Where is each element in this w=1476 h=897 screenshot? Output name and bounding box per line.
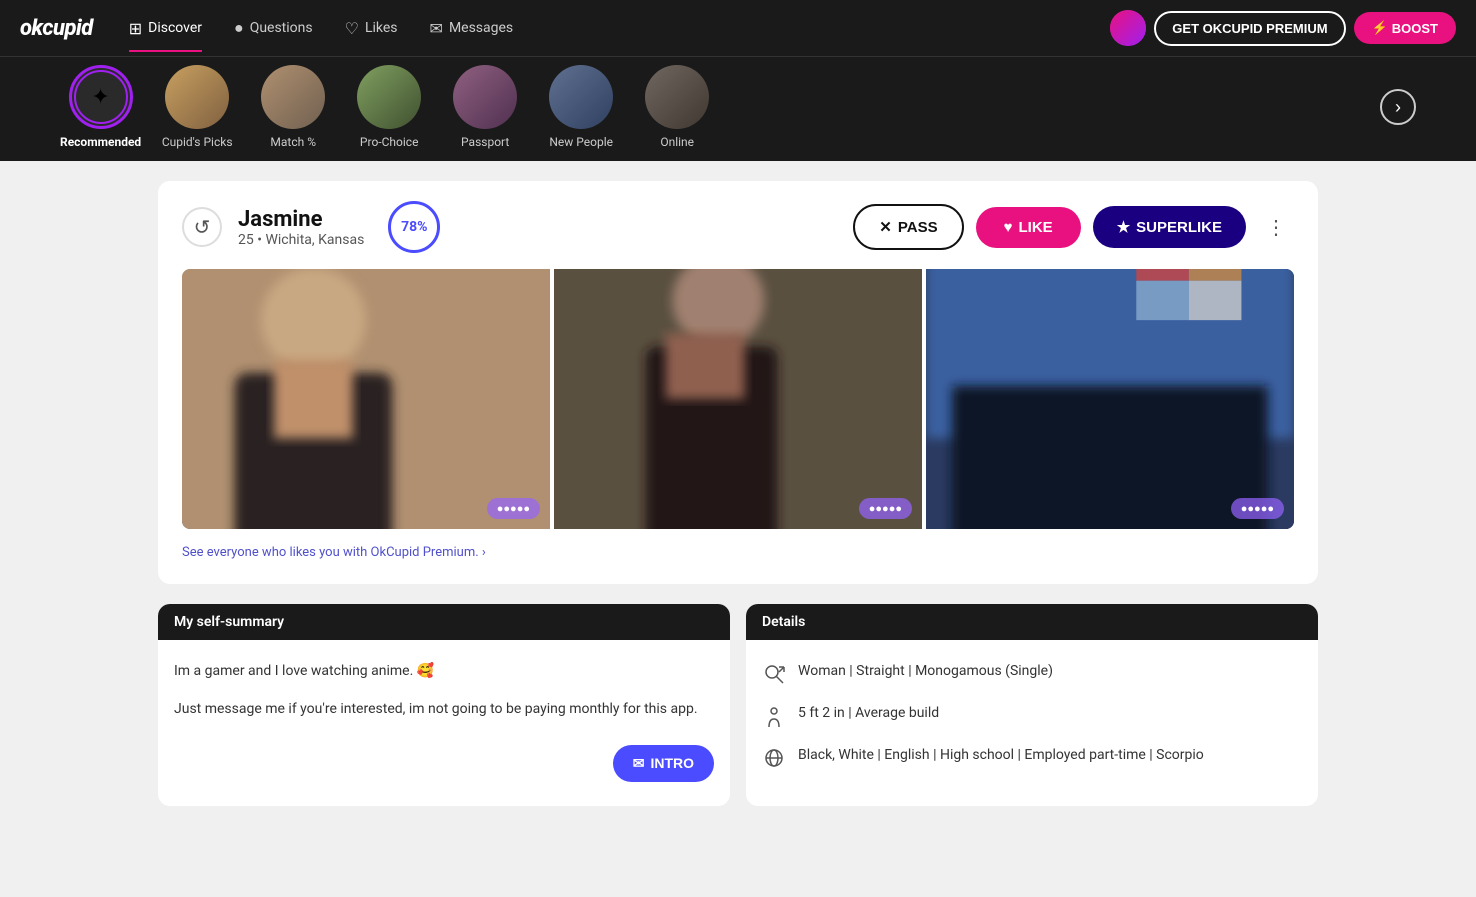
match-percentage: 78% (388, 201, 440, 253)
recommended-icon: ✦ (91, 85, 109, 110)
category-passport[interactable]: Passport (445, 65, 525, 149)
profile-card: ↺ Jasmine 25 • Wichita, Kansas 78% ✕ PAS… (158, 181, 1318, 584)
boost-button[interactable]: ⚡ BOOST (1354, 12, 1456, 44)
category-match-label: Match % (270, 135, 316, 149)
category-new-people-label: New People (549, 135, 613, 149)
nav-questions-label: Questions (250, 20, 313, 36)
category-online-label: Online (660, 135, 694, 149)
detail-row-gender: Woman | Straight | Monogamous (Single) (762, 660, 1302, 686)
profile-header: ↺ Jasmine 25 • Wichita, Kansas 78% ✕ PAS… (182, 201, 1294, 253)
photo-1-blur-tag: ●●●●● (487, 498, 540, 519)
height-icon (762, 704, 786, 728)
main-content: ↺ Jasmine 25 • Wichita, Kansas 78% ✕ PAS… (138, 161, 1338, 826)
intro-chat-icon: ✉ (633, 755, 645, 772)
nav-discover[interactable]: ⊞ Discover (117, 13, 214, 44)
user-avatar[interactable] (1110, 10, 1146, 46)
like-heart-icon: ♥ (1004, 219, 1013, 236)
superlike-label: SUPERLIKE (1136, 219, 1222, 236)
superlike-icon: ★ (1117, 218, 1130, 236)
category-cupids-picks-thumb (165, 65, 229, 129)
premium-link-text: See everyone who likes you with OkCupid … (182, 545, 486, 560)
nav-likes[interactable]: ♡ Likes (333, 13, 410, 44)
category-match[interactable]: Match % (253, 65, 333, 149)
photo-grid: ●●●●● ●●●●● (182, 269, 1294, 529)
pass-label: PASS (898, 219, 938, 236)
self-summary-header: My self-summary (158, 604, 730, 640)
intro-button[interactable]: ✉ INTRO (613, 745, 714, 782)
undo-button[interactable]: ↺ (182, 207, 222, 247)
profile-age-location: 25 • Wichita, Kansas (238, 232, 364, 248)
nav-likes-label: Likes (365, 20, 398, 36)
undo-icon: ↺ (194, 215, 211, 240)
category-new-people-thumb (549, 65, 613, 129)
category-next-button[interactable]: › (1380, 89, 1416, 125)
top-navigation: okcupid ⊞ Discover ● Questions ♡ Likes ✉… (0, 0, 1476, 56)
category-recommended-thumb: ✦ (69, 65, 133, 129)
photo-2[interactable]: ●●●●● (554, 269, 922, 529)
profile-name: Jasmine (238, 207, 364, 232)
pass-x-icon: ✕ (879, 218, 892, 236)
pass-button[interactable]: ✕ PASS (853, 204, 963, 250)
discover-icon: ⊞ (129, 19, 142, 38)
category-pro-choice-label: Pro-Choice (360, 135, 419, 149)
photo-1[interactable]: ●●●●● (182, 269, 550, 529)
like-label: LIKE (1019, 219, 1053, 236)
intro-label: INTRO (650, 755, 694, 771)
gender-icon (762, 662, 786, 686)
profile-age: 25 (238, 232, 254, 248)
messages-icon: ✉ (430, 19, 443, 38)
profile-identity: Jasmine 25 • Wichita, Kansas (238, 207, 364, 248)
category-online[interactable]: Online (637, 65, 717, 149)
category-pro-choice-thumb (357, 65, 421, 129)
action-buttons: ✕ PASS ♥ LIKE ★ SUPERLIKE ⋮ (853, 204, 1294, 250)
category-online-thumb (645, 65, 709, 129)
detail-row-background: Black, White | English | High school | E… (762, 744, 1302, 770)
detail-row-height: 5 ft 2 in | Average build (762, 702, 1302, 728)
nav-discover-label: Discover (148, 20, 202, 36)
summary-paragraph-1: Im a gamer and I love watching anime. 🥰 (174, 660, 714, 682)
nav-messages[interactable]: ✉ Messages (418, 13, 526, 44)
details-header: Details (746, 604, 1318, 640)
boost-label: BOOST (1392, 21, 1438, 36)
profile-location: Wichita, Kansas (265, 232, 364, 248)
self-summary-body: Im a gamer and I love watching anime. 🥰 … (158, 640, 730, 757)
category-cupids-picks[interactable]: Cupid's Picks (157, 65, 237, 149)
summary-paragraph-2: Just message me if you're interested, im… (174, 698, 714, 720)
gender-text: Woman | Straight | Monogamous (Single) (798, 660, 1053, 682)
height-text: 5 ft 2 in | Average build (798, 702, 939, 724)
category-passport-label: Passport (461, 135, 509, 149)
nav-messages-label: Messages (449, 20, 513, 36)
category-cupids-picks-label: Cupid's Picks (162, 135, 233, 149)
superlike-button[interactable]: ★ SUPERLIKE (1093, 206, 1246, 248)
premium-button[interactable]: GET OKCUPID PREMIUM (1154, 11, 1345, 46)
app-logo[interactable]: okcupid (20, 16, 93, 41)
nav-questions[interactable]: ● Questions (222, 12, 325, 44)
photo-2-blur-tag: ●●●●● (859, 498, 912, 519)
category-match-thumb (261, 65, 325, 129)
self-summary-card: My self-summary Im a gamer and I love wa… (158, 604, 730, 806)
details-body: Woman | Straight | Monogamous (Single) 5… (746, 640, 1318, 806)
category-passport-thumb (453, 65, 517, 129)
questions-icon: ● (234, 18, 244, 38)
details-card: Details Woman | Straight | Monogamous (S… (746, 604, 1318, 806)
photo-3[interactable]: ●●●●● (926, 269, 1294, 529)
like-button[interactable]: ♥ LIKE (976, 207, 1081, 248)
more-options-button[interactable]: ⋮ (1258, 207, 1294, 248)
globe-icon (762, 746, 786, 770)
premium-link[interactable]: See everyone who likes you with OkCupid … (182, 541, 1294, 564)
category-navigation: ✦ Recommended Cupid's Picks Match % Pro-… (0, 56, 1476, 161)
category-recommended-label: Recommended (60, 135, 141, 149)
background-text: Black, White | English | High school | E… (798, 744, 1204, 766)
likes-icon: ♡ (345, 19, 359, 38)
category-recommended[interactable]: ✦ Recommended (60, 65, 141, 149)
category-pro-choice[interactable]: Pro-Choice (349, 65, 429, 149)
boost-icon: ⚡ (1372, 20, 1388, 36)
profile-info-section: My self-summary Im a gamer and I love wa… (158, 604, 1318, 806)
photo-3-blur-tag: ●●●●● (1231, 498, 1284, 519)
category-new-people[interactable]: New People (541, 65, 621, 149)
